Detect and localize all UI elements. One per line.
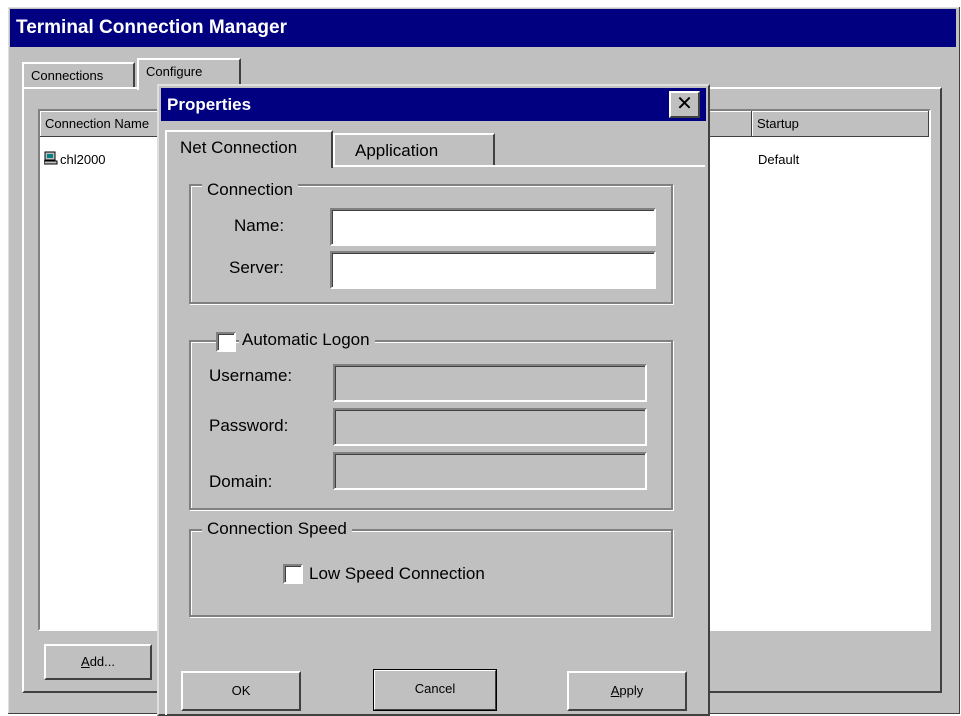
close-button[interactable]: ✕ [669, 91, 700, 118]
server-field[interactable] [330, 251, 656, 289]
server-label: Server: [229, 258, 284, 277]
ok-button[interactable]: OK [181, 671, 301, 711]
cancel-button[interactable]: Cancel [373, 669, 497, 711]
column-header-startup[interactable]: Startup [752, 111, 929, 137]
add-button-accel: A [81, 654, 90, 669]
apply-button-label: pply [619, 683, 644, 698]
apply-button[interactable]: Apply [567, 671, 687, 711]
password-field [333, 408, 647, 446]
low-speed-checkbox[interactable] [283, 564, 303, 584]
username-field [333, 364, 647, 402]
add-button-label: dd... [89, 654, 115, 669]
computer-icon [43, 151, 58, 170]
list-item[interactable]: chl2000 [43, 151, 106, 170]
close-icon: ✕ [676, 93, 693, 115]
username-label: Username: [209, 366, 293, 385]
domain-label: Domain: [209, 472, 273, 491]
tab-net-connection[interactable]: Net Connection [165, 130, 333, 168]
dialog-title-bar: Properties [161, 88, 706, 121]
tab-connections[interactable]: Connections [22, 62, 135, 87]
connection-group-legend: Connection [202, 180, 299, 200]
automatic-logon-label[interactable]: Automatic Logon [239, 330, 375, 350]
connection-speed-legend: Connection Speed [202, 519, 352, 539]
add-button[interactable]: Add... [44, 644, 152, 680]
domain-field [333, 452, 647, 490]
name-field[interactable] [330, 208, 656, 246]
tab-application[interactable]: Application [333, 133, 495, 167]
name-label: Name: [234, 216, 285, 235]
connection-startup: Default [758, 152, 800, 167]
automatic-logon-checkbox[interactable] [216, 332, 236, 352]
low-speed-label[interactable]: Low Speed Connection [309, 564, 485, 584]
main-title-bar: Terminal Connection Manager [10, 9, 956, 47]
connection-name: chl2000 [60, 152, 106, 167]
dialog-title: Properties [167, 95, 252, 114]
column-header-connection-name[interactable]: Connection Name [40, 111, 160, 137]
password-label: Password: [209, 416, 289, 435]
properties-dialog: Properties ✕ Net Connection Application … [157, 84, 710, 716]
